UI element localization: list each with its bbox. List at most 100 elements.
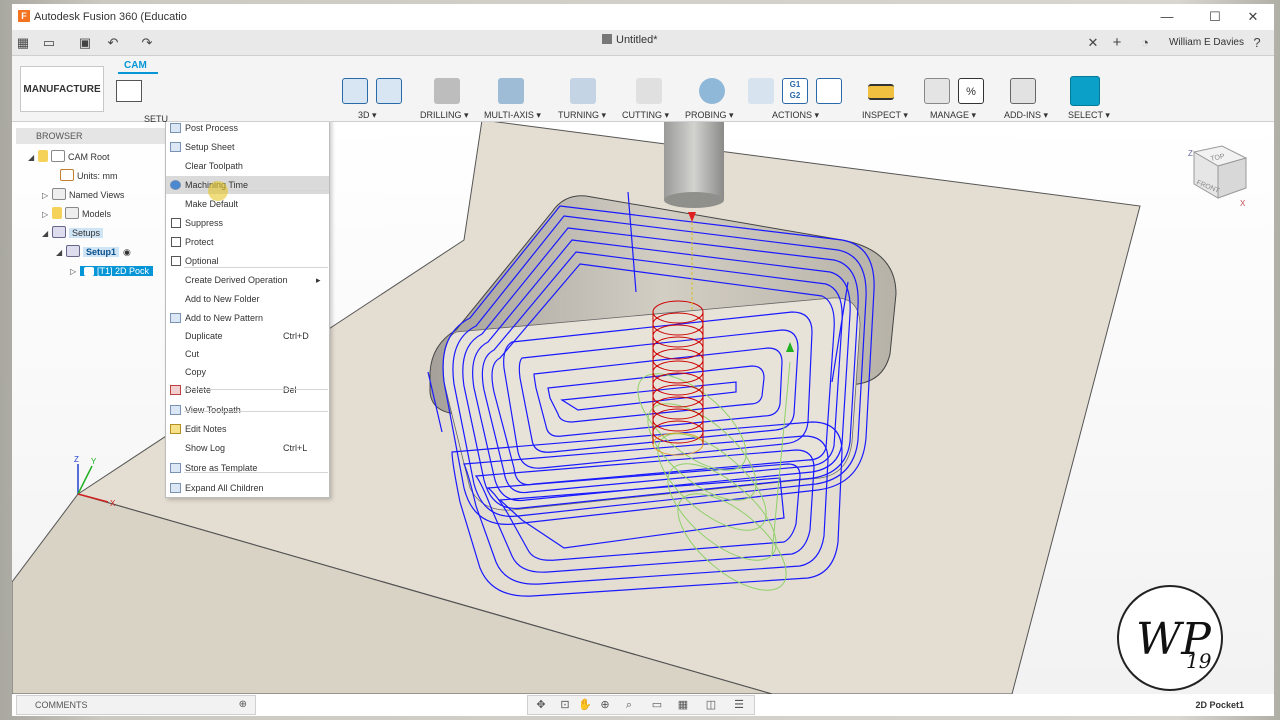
context-menu-item-duplicate[interactable]: Duplicate Ctrl+D [166,327,329,345]
tree-item-models[interactable]: ▷ Models [42,205,111,223]
setup-icon [66,245,80,257]
watermark-number: 19 [1186,649,1212,673]
menu-item-label: Duplicate [185,331,223,341]
help-icon[interactable]: ? [1250,36,1264,50]
context-menu-item-make-default[interactable]: Make Default [166,195,329,213]
zoom-icon[interactable]: ⊕ [598,699,612,712]
comments-panel[interactable]: COMMENTS ⊕ [16,695,256,715]
submenu-arrow-icon: ▸ [316,275,321,285]
cam-root-icon [51,150,65,162]
viewcube-x-label: X [1240,199,1246,208]
context-menu-item-suppress[interactable]: Suppress [166,214,329,232]
lightbulb-icon[interactable] [38,150,48,162]
window-title: Autodesk Fusion 360 (Educatio [34,11,187,23]
orbit-icon[interactable]: ✥ [534,699,548,712]
checkbox-icon [171,237,181,247]
menu-item-label: Make Default [185,199,239,209]
context-menu-item-protect[interactable]: Protect [166,233,329,251]
context-menu-item-view-toolpath[interactable]: View Toolpath [166,401,329,419]
menu-item-label: Add to New Pattern [185,313,264,323]
selected-operation[interactable]: [T1] 2D Pock [80,266,154,276]
menu-separator [184,472,328,473]
menu-separator [184,411,328,412]
post-process-g1g2-icon: G1 G2 [782,78,808,104]
mouse-cursor-highlight [208,181,228,201]
menu-item-label: Clear Toolpath [185,161,243,171]
minimize-button[interactable]: — [1152,8,1182,26]
look-at-icon[interactable]: ⊡ [558,699,572,712]
redo-icon[interactable]: ↷ [140,36,154,50]
display-settings-icon[interactable]: ▭ [650,699,664,712]
simulate-icon [748,78,774,104]
viewports-icon[interactable]: ◫ [704,699,718,712]
tree-item-setup1[interactable]: ◢ Setup1 ◉ [56,243,131,261]
new-tab-icon[interactable]: + [1110,35,1124,50]
history-clock-icon[interactable]: ◔ [1138,36,1152,50]
tree-item-units[interactable]: Units: mm [60,167,118,185]
menu-item-icon [170,313,181,323]
menu-shortcut: Ctrl+L [283,443,308,453]
grid-settings-icon[interactable]: ▦ [676,699,690,712]
menu-item-icon [170,405,181,415]
3d-viewport[interactable]: Z Y X TOP FRONT Z X Post Process Setup Sh… [12,122,1274,694]
wp-watermark-logo: WP 19 [1117,585,1223,691]
context-menu-item-post-process[interactable]: Post Process [166,122,329,137]
fusion-logo-icon: F [18,10,30,22]
collapse-triangle-icon[interactable]: ◢ [56,244,66,262]
tree-item-setups[interactable]: ◢ Setups [42,224,104,243]
active-setup-radio-icon[interactable]: ◉ [123,247,131,257]
setup-folder-icon[interactable] [116,80,142,102]
ribbon-label: SELECT ▾ [1068,110,1110,120]
user-name[interactable]: William E Davies [1169,37,1244,48]
context-menu-item-edit-notes[interactable]: Edit Notes [166,420,329,438]
file-icon[interactable]: ▭ [42,36,56,50]
triad-y-label: Y [91,457,97,466]
close-tab-icon[interactable]: ✕ [1086,36,1100,50]
context-menu-item-clear-toolpath[interactable]: Clear Toolpath [166,157,329,175]
document-tab-label: Untitled* [616,34,658,46]
context-menu-item-create-derived-operation[interactable]: Create Derived Operation ▸ [166,271,329,289]
document-tab[interactable]: Untitled* [602,34,658,46]
folder-icon [52,188,66,200]
tab-cam[interactable]: CAM [124,60,147,71]
tree-item-2d-pocket[interactable]: ▷ [T1] 2D Pock [70,262,154,281]
3d-pocket-icon [376,78,402,104]
add-comment-icon[interactable]: ⊕ [239,696,247,714]
context-menu-item-add-to-new-pattern[interactable]: Add to New Pattern [166,309,329,327]
context-menu-item-copy[interactable]: Copy [166,363,329,381]
menu-item-label: Protect [185,237,214,247]
tree-item-cam-root[interactable]: ◢ CAM Root [28,148,110,166]
lightbulb-icon[interactable] [52,207,62,219]
context-menu-item-cut[interactable]: Cut [166,345,329,363]
context-menu-item-machining-time[interactable]: Machining Time [166,176,329,194]
environment-icon[interactable]: ☰ [732,699,746,712]
3d-adaptive-icon [342,78,368,104]
context-menu-item-setup-sheet[interactable]: Setup Sheet [166,138,329,156]
browser-header[interactable]: BROWSER [16,128,176,144]
context-menu-item-add-to-new-folder[interactable]: Add to New Folder [166,290,329,308]
expand-triangle-icon[interactable]: ▷ [42,206,52,224]
tree-item-label: [T1] 2D Pock [97,266,150,276]
close-button[interactable]: ✕ [1238,8,1268,26]
context-menu-item-show-log[interactable]: Show Log Ctrl+L [166,439,329,457]
save-icon[interactable]: ▣ [78,36,92,50]
maximize-button[interactable]: ☐ [1200,8,1230,26]
collapse-triangle-icon[interactable]: ◢ [42,225,52,243]
grid-menu-icon[interactable]: ▦ [16,36,30,50]
tree-item-named-views[interactable]: ▷ Named Views [42,186,124,204]
expand-triangle-icon[interactable]: ▷ [70,263,80,281]
collapse-triangle-icon[interactable]: ◢ [28,149,38,167]
context-menu: Post Process Setup Sheet Clear Toolpath Mac… [165,122,330,498]
context-menu-item-store-as-template[interactable]: Store as Template [166,459,329,477]
workspace-switcher[interactable]: MANUFACTURE ▾ [20,66,104,141]
menu-item-icon [170,483,181,493]
undo-icon[interactable]: ↶ [106,36,120,50]
context-menu-item-expand-all-children[interactable]: Expand All Children [166,479,329,497]
ribbon: CAM MANUFACTURE ▾ SETU 3D ▾ DRILLING ▾ M… [12,56,1274,141]
scripts-icon [1010,78,1036,104]
pan-hand-icon[interactable]: ✋ [578,699,592,712]
zoom-window-icon[interactable]: ⌕ [622,699,636,712]
expand-triangle-icon[interactable]: ▷ [42,187,52,205]
context-menu-item-delete[interactable]: Delete Del [166,381,329,399]
setup-sheet-icon [816,78,842,104]
